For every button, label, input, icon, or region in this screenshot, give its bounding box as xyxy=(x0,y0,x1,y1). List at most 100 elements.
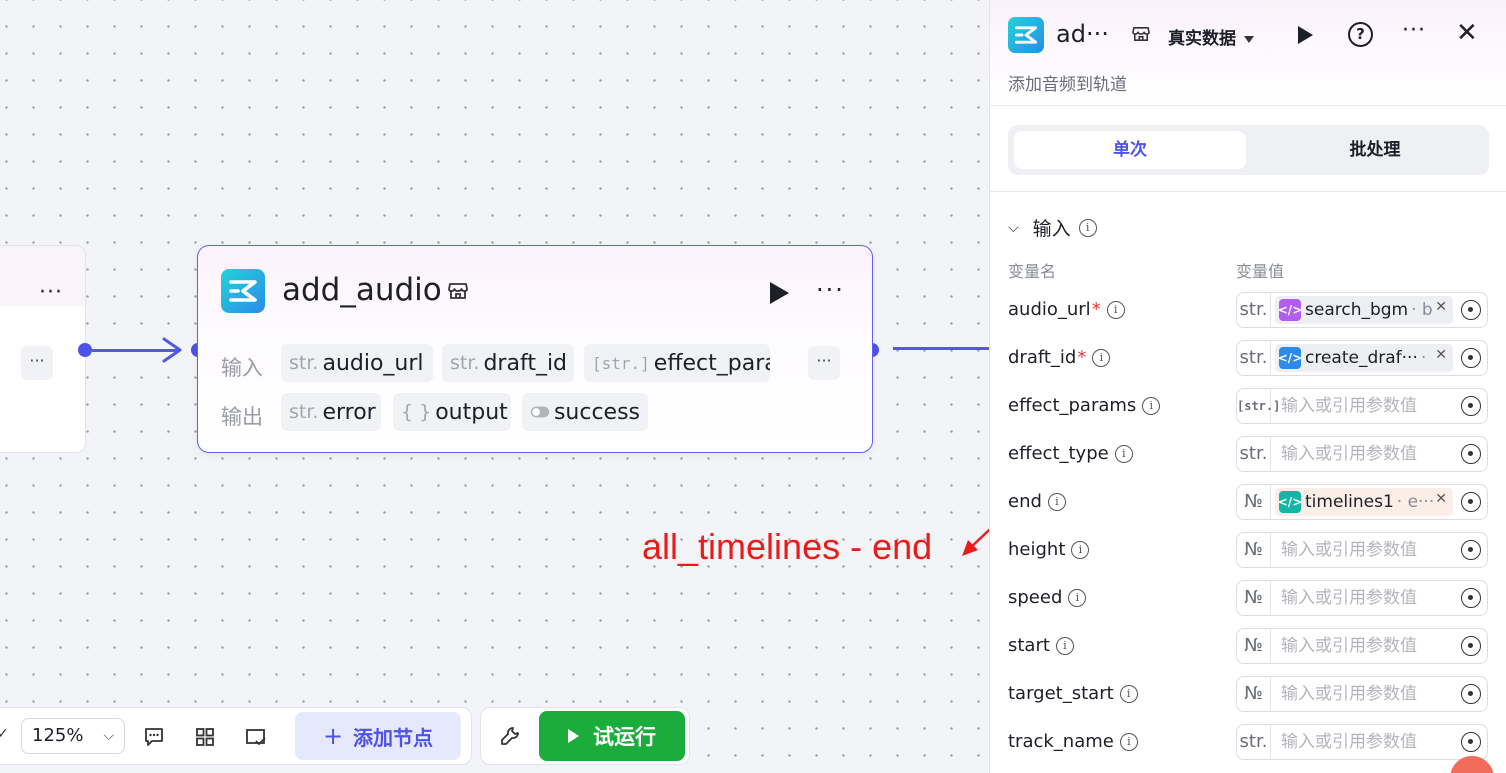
input-section-header[interactable]: ⌵ 输入 i xyxy=(1008,214,1097,241)
layout-grid-icon[interactable] xyxy=(194,726,216,748)
param-placeholder: 输入或引用参数值 xyxy=(1281,540,1417,560)
chevron-icon[interactable]: ✓ xyxy=(0,726,9,742)
close-icon[interactable]: ✕ xyxy=(1456,18,1478,48)
more-icon[interactable]: ··· xyxy=(1402,18,1426,43)
param-name: track_name i xyxy=(1008,731,1138,752)
add-node-button[interactable]: + 添加节点 xyxy=(295,712,461,760)
chevron-down-icon: ⌵ xyxy=(103,728,114,744)
wrench-icon[interactable] xyxy=(499,725,521,747)
remove-reference-icon[interactable]: ✕ xyxy=(1435,491,1447,507)
reference-target-icon[interactable] xyxy=(1461,636,1481,656)
param-name: height i xyxy=(1008,539,1090,560)
reference-target-icon[interactable] xyxy=(1461,492,1481,512)
tab-single[interactable]: 单次 xyxy=(1014,131,1246,169)
data-mode-dropdown[interactable]: 真实数据 xyxy=(1168,24,1254,49)
param-value-field[interactable]: str. </> create_draf··· · ✕ xyxy=(1236,340,1488,376)
node-config-panel: ad··· 真实数据 ? ··· ✕ 添加音频到轨道 单次 批处理 ⌵ 输入 i… xyxy=(989,0,1506,773)
param-placeholder: 输入或引用参数值 xyxy=(1281,588,1417,608)
source-node-icon: </> xyxy=(1278,491,1302,513)
output-chip: str. error xyxy=(281,393,381,431)
param-value-field[interactable]: str. 输入或引用参数值 xyxy=(1236,436,1488,472)
remove-reference-icon[interactable]: ✕ xyxy=(1435,347,1447,363)
run-icon[interactable] xyxy=(1298,26,1313,44)
input-chip: str. audio_url xyxy=(281,344,433,382)
reference-target-icon[interactable] xyxy=(1461,444,1481,464)
zoom-select[interactable]: 125% ⌵ xyxy=(21,718,125,754)
minimap-icon[interactable] xyxy=(245,726,267,748)
reference-target-icon[interactable] xyxy=(1461,396,1481,416)
node-ellipsis-button[interactable]: ··· xyxy=(21,346,53,380)
reference-target-icon[interactable] xyxy=(1461,588,1481,608)
caret-down-icon xyxy=(1244,35,1254,43)
play-icon xyxy=(568,729,579,743)
info-icon[interactable]: i xyxy=(1068,588,1087,607)
workflow-canvas[interactable]: · ··· ··· add_audio ··· 输入 str.audio_url xyxy=(0,0,1007,773)
param-name: start i xyxy=(1008,635,1074,656)
info-icon[interactable]: i xyxy=(1092,348,1111,367)
store-icon xyxy=(448,283,468,299)
node-more-icon[interactable]: ··· xyxy=(39,280,63,305)
remove-reference-icon[interactable]: ✕ xyxy=(1435,299,1447,315)
variable-reference[interactable]: </> timelines1 · e··· ✕ xyxy=(1275,488,1453,516)
param-value-field[interactable]: № 输入或引用参数值 xyxy=(1236,628,1488,664)
param-name: effect_type i xyxy=(1008,443,1133,464)
type-badge: № xyxy=(1237,629,1271,663)
param-value-field[interactable]: № 输入或引用参数值 xyxy=(1236,532,1488,568)
info-icon[interactable]: i xyxy=(1055,636,1074,655)
param-name: effect_params i xyxy=(1008,395,1161,416)
param-placeholder: 输入或引用参数值 xyxy=(1281,732,1417,752)
plus-icon: + xyxy=(322,722,344,750)
info-icon[interactable]: i xyxy=(1119,732,1138,751)
param-name: audio_url * i xyxy=(1008,299,1125,320)
connection-edge[interactable] xyxy=(893,347,993,350)
tab-batch[interactable]: 批处理 xyxy=(1268,131,1482,169)
run-mode-tabs: 单次 批处理 xyxy=(1008,125,1489,175)
type-badge: № xyxy=(1237,485,1271,519)
node-more-icon[interactable]: ··· xyxy=(816,276,845,304)
column-header-value: 变量值 xyxy=(1236,262,1285,281)
param-value-field[interactable]: str. </> search_bgm · b ✕ xyxy=(1236,292,1488,328)
type-badge: str. xyxy=(1237,725,1271,759)
param-name: speed i xyxy=(1008,587,1087,608)
info-icon[interactable]: i xyxy=(1106,300,1125,319)
test-run-button[interactable]: 试运行 xyxy=(539,711,685,761)
type-badge: № xyxy=(1237,581,1271,615)
variable-reference[interactable]: </> create_draf··· · ✕ xyxy=(1275,344,1453,372)
output-port[interactable] xyxy=(78,343,92,357)
param-value-field[interactable]: str. 输入或引用参数值 xyxy=(1236,724,1488,760)
info-icon[interactable]: i xyxy=(1114,444,1133,463)
reference-target-icon[interactable] xyxy=(1461,684,1481,704)
reference-target-icon[interactable] xyxy=(1461,732,1481,752)
output-row-label: 输出 xyxy=(221,405,263,429)
info-icon[interactable]: i xyxy=(1047,492,1066,511)
param-placeholder: 输入或引用参数值 xyxy=(1281,444,1417,464)
store-icon xyxy=(1132,26,1150,42)
edge-arrow-icon xyxy=(162,337,182,363)
param-value-field[interactable]: № 输入或引用参数值 xyxy=(1236,580,1488,616)
variable-reference[interactable]: </> search_bgm · b ✕ xyxy=(1275,296,1453,324)
panel-title[interactable]: ad··· xyxy=(1056,20,1109,48)
info-icon[interactable]: i xyxy=(1142,396,1161,415)
param-value-field[interactable]: № 输入或引用参数值 xyxy=(1236,676,1488,712)
capcut-logo-icon xyxy=(1008,17,1044,53)
input-chip: str. draft_id xyxy=(442,344,574,382)
capcut-logo-icon xyxy=(221,269,265,313)
reference-target-icon[interactable] xyxy=(1461,300,1481,320)
info-icon[interactable]: i xyxy=(1078,218,1097,237)
panel-description: 添加音频到轨道 xyxy=(1008,75,1127,95)
type-badge: str. xyxy=(1237,293,1271,327)
comment-icon[interactable] xyxy=(143,726,165,748)
more-inputs-button[interactable]: ··· xyxy=(808,346,840,380)
chevron-down-icon[interactable]: ⌵ xyxy=(1008,220,1019,236)
param-value-field[interactable]: [str.] 输入或引用参数值 xyxy=(1236,388,1488,424)
param-name: target_start i xyxy=(1008,683,1138,704)
previous-node[interactable]: · ··· ··· xyxy=(0,245,86,453)
info-icon[interactable]: i xyxy=(1119,684,1138,703)
run-node-icon[interactable] xyxy=(770,282,789,304)
reference-target-icon[interactable] xyxy=(1461,540,1481,560)
info-icon[interactable]: i xyxy=(1071,540,1090,559)
reference-target-icon[interactable] xyxy=(1461,348,1481,368)
param-value-field[interactable]: № </> timelines1 · e··· ✕ xyxy=(1236,484,1488,520)
add-audio-node[interactable]: add_audio ··· 输入 str. audio_url str. draft… xyxy=(197,245,873,453)
help-icon[interactable]: ? xyxy=(1348,22,1373,47)
